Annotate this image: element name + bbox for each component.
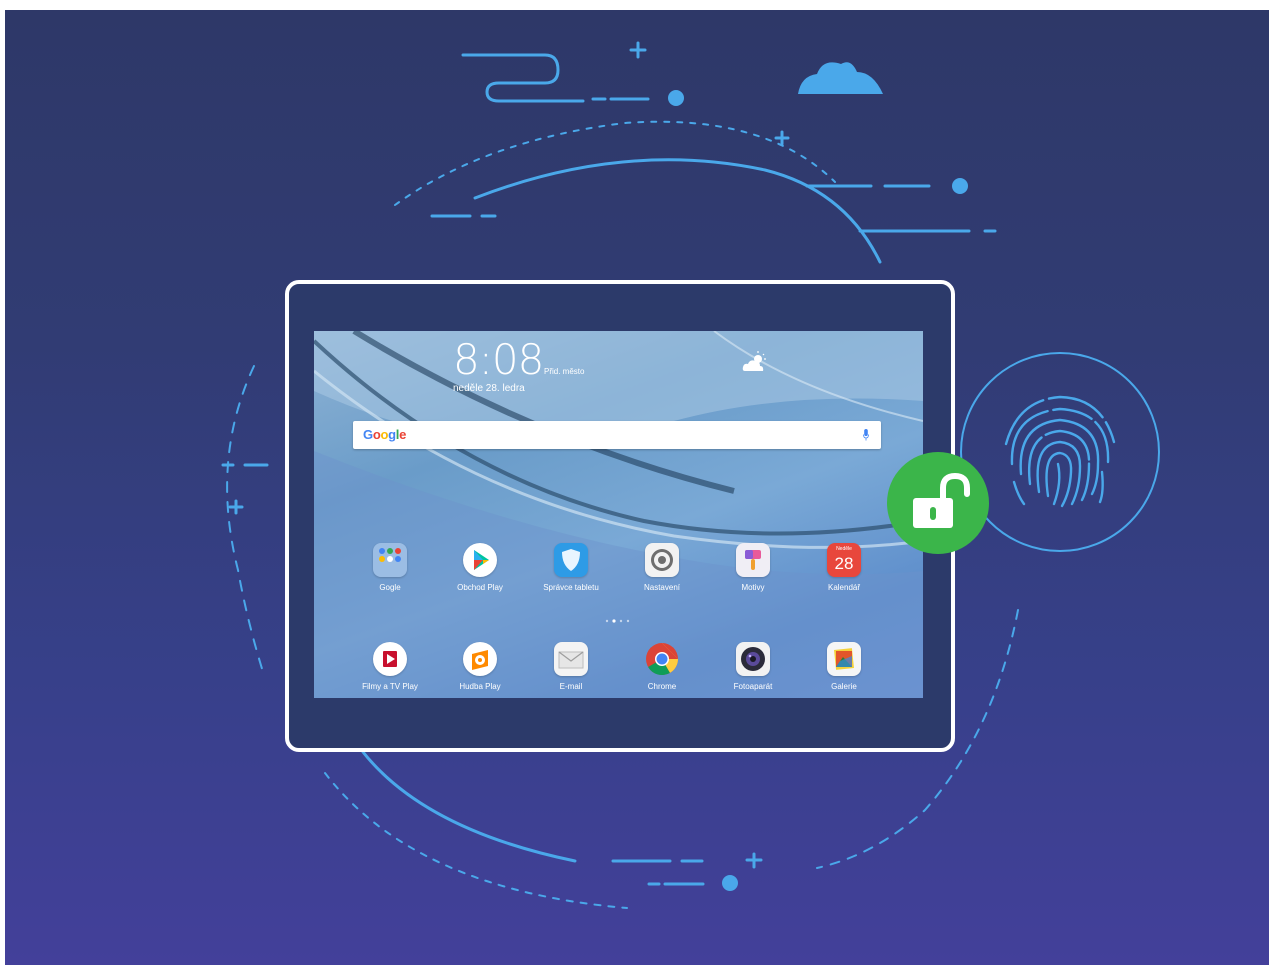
unlock-badge	[887, 452, 989, 554]
google-logo: Google	[363, 427, 406, 442]
home-screen: 8:08 Přid. město neděle 28. ledra Google	[314, 331, 923, 698]
calendar-weekday: Neděle	[836, 546, 852, 552]
app-play-music[interactable]: Hudba Play	[437, 642, 523, 691]
app-gallery[interactable]: Galerie	[801, 642, 887, 691]
google-logo-letter: G	[363, 427, 373, 442]
clock-time: 8:08	[453, 335, 544, 384]
app-label: Správce tabletu	[543, 583, 599, 592]
app-label: Filmy a TV Play	[362, 682, 418, 691]
envelope-icon	[554, 642, 588, 676]
play-store-icon	[463, 543, 497, 577]
partly-sunny-icon	[742, 351, 766, 371]
clock-location: Přid. město	[544, 367, 585, 376]
app-chrome[interactable]: Chrome	[619, 642, 705, 691]
clock-date: neděle 28. ledra	[453, 383, 525, 394]
google-logo-letter: o	[380, 427, 389, 442]
app-label: Motivy	[741, 583, 765, 592]
brush-icon	[736, 543, 770, 577]
app-label: Kalendář	[827, 583, 861, 592]
chrome-icon	[645, 642, 679, 676]
app-label: Nastavení	[643, 583, 681, 592]
shield-icon	[554, 543, 588, 577]
app-email[interactable]: E-mail	[528, 642, 614, 691]
google-logo-letter: g	[388, 427, 396, 442]
fingerprint-sensor[interactable]	[960, 352, 1160, 552]
page-indicator	[605, 619, 630, 623]
app-settings[interactable]: Nastavení	[619, 543, 705, 592]
play-music-icon	[463, 642, 497, 676]
app-play-movies[interactable]: Filmy a TV Play	[347, 642, 433, 691]
app-themes[interactable]: Motivy	[710, 543, 796, 592]
google-logo-letter: e	[399, 427, 407, 442]
calendar-icon: Neděle 28	[827, 543, 861, 577]
play-movies-icon	[373, 642, 407, 676]
settings-gear-icon	[645, 543, 679, 577]
app-label: Galerie	[831, 682, 857, 691]
fingerprint-icon	[1004, 395, 1116, 508]
camera-icon	[736, 642, 770, 676]
app-label: E-mail	[559, 682, 583, 691]
folder-icon	[373, 543, 407, 577]
app-label: Obchod Play	[457, 583, 503, 592]
app-label: Chrome	[647, 682, 677, 691]
tablet-device: 8:08 Přid. město neděle 28. ledra Google	[285, 280, 955, 752]
illustration-scene: 8:08 Přid. město neděle 28. ledra Google	[5, 10, 1269, 965]
app-calendar[interactable]: Neděle 28 Kalendář	[801, 543, 887, 592]
app-label: Fotoaparát	[733, 682, 773, 691]
calendar-day: 28	[834, 554, 854, 573]
microphone-icon[interactable]	[863, 429, 869, 441]
app-google-folder[interactable]: Gogle	[347, 543, 433, 592]
gallery-icon	[827, 642, 861, 676]
app-label: Hudba Play	[459, 682, 501, 691]
unlocked-padlock-icon	[913, 472, 970, 528]
google-search-bar[interactable]: Google	[353, 421, 881, 449]
app-label: Gogle	[379, 583, 401, 592]
app-play-store[interactable]: Obchod Play	[437, 543, 523, 592]
app-tablet-manager[interactable]: Správce tabletu	[528, 543, 614, 592]
app-camera[interactable]: Fotoaparát	[710, 642, 796, 691]
